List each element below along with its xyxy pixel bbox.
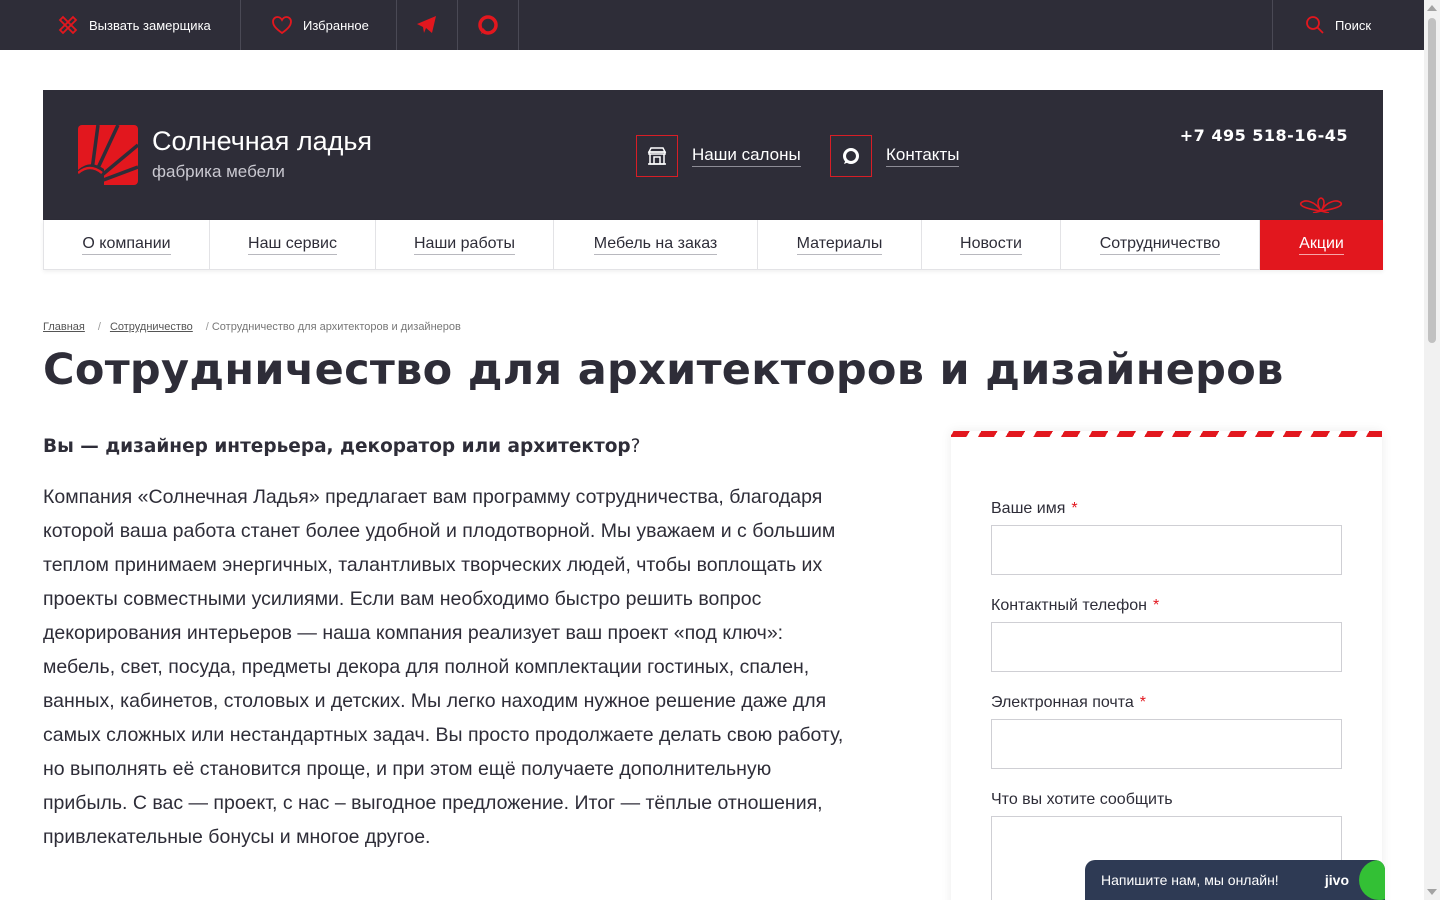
nav-item-label: Сотрудничество [1099, 235, 1221, 255]
nav-item-label: Наши работы [413, 235, 515, 255]
search-label: Поиск [1335, 17, 1372, 33]
main-nav: О компании Наш сервис Наши работы Мебель… [43, 220, 1383, 270]
breadcrumb: Главная / Сотрудничество / Сотрудничеств… [43, 321, 461, 333]
site-header: Солнечная ладья фабрика мебели Наши сало… [43, 90, 1383, 220]
page-scrollbar[interactable] [1424, 0, 1440, 900]
call-measurer-link[interactable]: Вызвать замерщика [0, 0, 241, 50]
storefront-icon [647, 147, 667, 165]
logo[interactable] [77, 124, 140, 187]
breadcrumb-separator: / [97, 321, 101, 333]
nav-item-materials[interactable]: Материалы [758, 220, 922, 270]
contacts-link[interactable]: Контакты [830, 135, 960, 177]
nav-item-service[interactable]: Наш сервис [210, 220, 376, 270]
telegram-icon [417, 16, 436, 33]
favorites-link[interactable]: Избранное [241, 0, 397, 50]
nav-item-promotions[interactable]: Акции [1260, 220, 1383, 270]
nav-item-label: О компании [82, 235, 171, 255]
online-indicator [1359, 860, 1385, 900]
telegram-link[interactable] [397, 0, 458, 50]
top-bar: Вызвать замерщика Избранное Поиск [0, 0, 1424, 50]
chat-label: Напишите нам, мы онлайн! [1101, 872, 1279, 888]
breadcrumb-section[interactable]: Сотрудничество [110, 321, 193, 333]
email-label-text: Электронная почта [991, 694, 1134, 711]
contacts-icon-box [830, 135, 872, 177]
chat-bubble-icon [478, 15, 498, 35]
lead-question-mark: ? [630, 436, 641, 457]
contact-bubble-icon [843, 148, 859, 164]
brand-tagline: фабрика мебели [152, 162, 285, 181]
message-field-label: Что вы хотите сообщить [991, 791, 1173, 808]
chat-link[interactable] [458, 0, 519, 50]
heart-icon [272, 16, 292, 35]
salons-icon-box [636, 135, 678, 177]
email-field-label: Электронная почта * [991, 694, 1146, 712]
phone-field[interactable] [991, 622, 1342, 672]
gift-bow-icon [1299, 197, 1343, 213]
contact-form: Ваше имя * Контактный телефон * Электронна… [951, 431, 1382, 900]
brand-name: Солнечная ладья [152, 126, 373, 156]
required-mark: * [1152, 597, 1160, 614]
jivo-logo: jivo [1324, 872, 1349, 888]
name-label-text: Ваше имя [991, 500, 1066, 517]
phone-label-text: Контактный телефон [991, 597, 1147, 614]
nav-item-works[interactable]: Наши работы [376, 220, 554, 270]
body-paragraph: Компания «Солнечная Ладья» предлагает ва… [43, 486, 844, 848]
phone-field-label: Контактный телефон * [991, 597, 1159, 615]
live-chat-widget[interactable]: Напишите нам, мы онлайн! jivo [1085, 860, 1385, 900]
favorites-label: Избранное [303, 17, 369, 33]
breadcrumb-separator: / [205, 321, 209, 333]
our-salons-link[interactable]: Наши салоны [636, 135, 801, 177]
scroll-down-arrow-icon[interactable] [1427, 889, 1437, 895]
nav-item-label: Мебель на заказ [593, 235, 718, 255]
required-mark: * [1071, 500, 1078, 517]
breadcrumb-current: Сотрудничество для архитекторов и дизайн… [211, 321, 461, 333]
nav-item-label: Наш сервис [248, 235, 337, 255]
contacts-label: Контакты [886, 145, 960, 167]
scroll-up-arrow-icon[interactable] [1427, 5, 1437, 11]
nav-item-label: Новости [960, 235, 1022, 255]
nav-item-label: Акции [1299, 235, 1344, 255]
page-title: Сотрудничество для архитекторов и дизайн… [43, 345, 1284, 395]
name-field-label: Ваше имя * [991, 500, 1078, 518]
lead-question-bold: Вы — дизайнер интерьера, декоратор или а… [43, 436, 631, 457]
phone-number[interactable]: +7 495 518-16-45 [1180, 126, 1348, 145]
nav-item-custom-furniture[interactable]: Мебель на заказ [554, 220, 758, 270]
call-measurer-label: Вызвать замерщика [89, 17, 211, 33]
nav-item-cooperation[interactable]: Сотрудничество [1061, 220, 1260, 270]
search-button[interactable]: Поиск [1273, 0, 1424, 50]
breadcrumb-home[interactable]: Главная [43, 321, 85, 333]
required-mark: * [1139, 694, 1147, 711]
lead-question: Вы — дизайнер интерьера, декоратор или а… [43, 436, 640, 457]
ruler-cross-icon [58, 15, 78, 35]
our-salons-label: Наши салоны [692, 145, 801, 167]
name-field[interactable] [991, 525, 1342, 575]
scrollbar-thumb[interactable] [1428, 18, 1436, 343]
airmail-stripe [951, 431, 1382, 437]
email-field[interactable] [991, 719, 1342, 769]
nav-item-news[interactable]: Новости [922, 220, 1061, 270]
top-bar-spacer [519, 0, 1273, 50]
nav-item-about[interactable]: О компании [43, 220, 210, 270]
nav-item-label: Материалы [796, 235, 883, 255]
sun-logo-icon [77, 124, 140, 187]
search-icon [1306, 16, 1324, 34]
